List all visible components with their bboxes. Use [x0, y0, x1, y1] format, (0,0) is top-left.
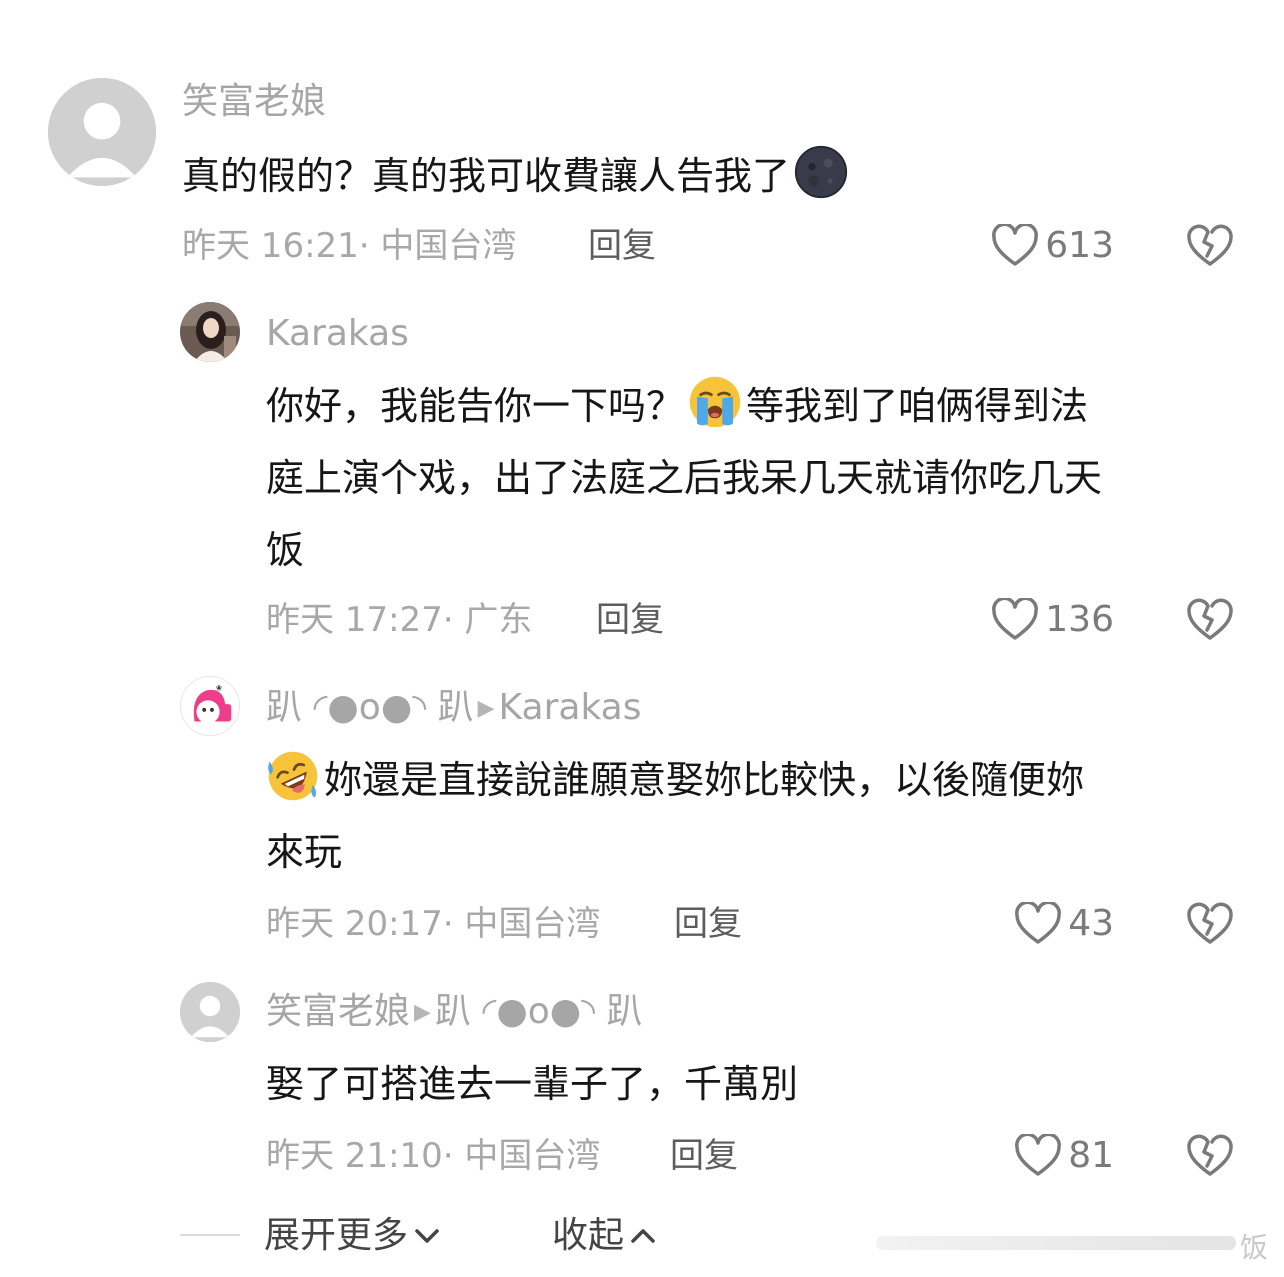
heart-icon	[992, 598, 1039, 640]
like-count: 43	[1068, 903, 1114, 944]
rolling-on-floor-laughing-icon	[268, 751, 318, 801]
reply-button[interactable]: 回复	[670, 1136, 738, 1176]
dislike-button[interactable]	[1186, 1132, 1234, 1182]
reply-button[interactable]: 回复	[596, 600, 664, 640]
comment-meta: 昨天 16:21· 中国台湾	[182, 226, 517, 266]
reply-arrow-icon: ▶	[414, 1000, 431, 1025]
comment-username[interactable]: 趴 ◜●o●◝ 趴 ▶ Karakas	[266, 686, 641, 731]
like-count: 613	[1045, 225, 1114, 266]
like-button[interactable]: 81	[1014, 1134, 1114, 1178]
comment-meta: 昨天 21:10· 中国台湾	[266, 1136, 601, 1176]
like-count: 81	[1068, 1135, 1114, 1176]
comment-username[interactable]: 笑富老娘	[182, 80, 326, 124]
avatar[interactable]	[180, 302, 240, 362]
cartoon-avatar: ❀	[181, 677, 239, 735]
like-button[interactable]: 613	[991, 224, 1114, 268]
watermark-text: 饭	[1240, 1231, 1269, 1264]
reply-to-username[interactable]: Karakas	[499, 687, 642, 728]
broken-heart-icon	[1187, 224, 1233, 266]
thread-divider	[180, 1234, 240, 1236]
chevron-up-icon	[631, 1229, 655, 1243]
new-moon-face-icon	[794, 145, 848, 199]
like-button[interactable]: 136	[991, 598, 1114, 642]
broken-heart-icon	[1187, 598, 1233, 640]
chevron-down-icon	[415, 1229, 439, 1243]
expand-more-button[interactable]: 展开更多	[264, 1214, 440, 1258]
default-avatar-icon	[48, 78, 156, 186]
heart-icon	[992, 224, 1039, 266]
avatar[interactable]	[180, 982, 240, 1042]
reply-button[interactable]: 回复	[674, 904, 742, 944]
broken-heart-icon	[1187, 1134, 1233, 1176]
reply-to-username[interactable]: 趴 ◜●o●◝ 趴	[435, 991, 643, 1032]
reply-arrow-icon: ▶	[477, 696, 495, 721]
comment-meta: 昨天 17:27· 广东	[266, 600, 533, 640]
broken-heart-icon	[1187, 902, 1233, 944]
comment-text: 妳還是直接說誰願意娶妳比較快，以後隨便妳 來玩	[266, 744, 1246, 888]
like-count: 136	[1045, 599, 1114, 640]
like-button[interactable]: 43	[1014, 902, 1114, 946]
comment-text: 真的假的？真的我可收費讓人告我了	[182, 140, 852, 212]
comment-text: 娶了可搭進去一輩子了，千萬別	[266, 1062, 799, 1106]
avatar[interactable]	[48, 78, 156, 186]
svg-text:❀: ❀	[216, 684, 222, 693]
heart-icon	[1015, 902, 1062, 944]
comment-username[interactable]: 笑富老娘 ▶ 趴 ◜●o●◝ 趴	[266, 990, 643, 1035]
dislike-button[interactable]	[1186, 900, 1234, 950]
reply-button[interactable]: 回复	[588, 226, 656, 266]
heart-icon	[1015, 1134, 1062, 1176]
default-avatar-icon	[180, 982, 240, 1042]
dislike-button[interactable]	[1186, 222, 1234, 272]
dislike-button[interactable]	[1186, 596, 1234, 646]
avatar[interactable]: ❀	[180, 676, 240, 736]
watermark-bar	[876, 1236, 1236, 1250]
user-photo-avatar	[180, 302, 240, 362]
loudly-crying-face-icon	[689, 376, 741, 428]
comment-text: 你好，我能告你一下吗？ 等我到了咱俩得到法 庭上演个戏，出了法庭之后我呆几天就请…	[266, 370, 1246, 586]
collapse-button[interactable]: 收起	[552, 1214, 656, 1258]
comment-username[interactable]: Karakas	[266, 312, 409, 356]
comment-meta: 昨天 20:17· 中国台湾	[266, 904, 601, 944]
